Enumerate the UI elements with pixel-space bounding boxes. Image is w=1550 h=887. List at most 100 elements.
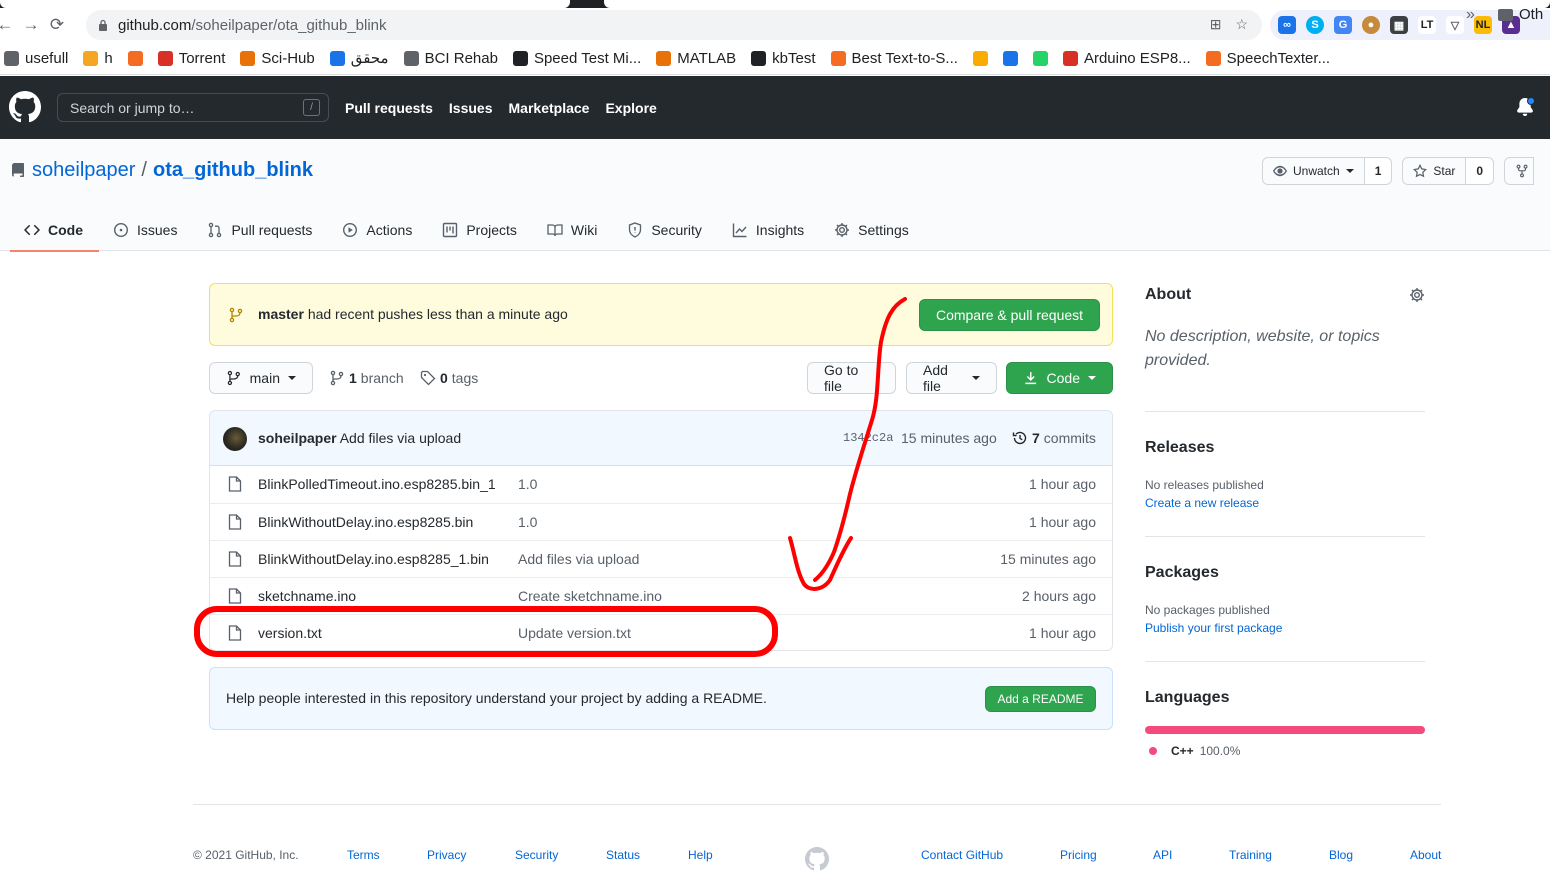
bookmark-item[interactable]: Speed Test Mi... xyxy=(512,50,641,67)
file-name-link[interactable]: BlinkWithoutDelay.ino.esp8285.bin xyxy=(258,514,473,530)
bookmark-item[interactable]: BCI Rehab xyxy=(403,50,498,67)
file-name-link[interactable]: BlinkPolledTimeout.ino.esp8285.bin_1 xyxy=(258,476,496,492)
bookmark-item[interactable]: محقق xyxy=(329,49,389,67)
notifications-bell-icon[interactable] xyxy=(1516,97,1535,116)
packages-heading[interactable]: Packages xyxy=(1145,564,1219,582)
tab-wiki[interactable]: Wiki xyxy=(533,209,613,251)
file-commit-message-link[interactable]: Update version.txt xyxy=(518,625,631,641)
file-name-link[interactable]: version.txt xyxy=(258,625,322,641)
nl-extension-icon[interactable]: NL xyxy=(1474,16,1492,34)
language-legend[interactable]: C++ 100.0% xyxy=(1149,744,1240,758)
reload-icon[interactable]: ⟳ xyxy=(44,12,70,38)
unwatch-button[interactable]: Unwatch xyxy=(1262,157,1365,185)
bookmark-item[interactable]: Sci-Hub xyxy=(240,50,315,67)
search-input[interactable] xyxy=(70,99,290,116)
github-mark-icon[interactable] xyxy=(805,847,829,871)
bookmark-item[interactable]: Arduino ESP8... xyxy=(1062,50,1191,67)
github-logo-icon[interactable] xyxy=(9,91,41,123)
eye-icon xyxy=(1273,165,1287,177)
bookmark-item[interactable]: MATLAB xyxy=(656,50,736,67)
tab-issues[interactable]: Issues xyxy=(99,209,193,251)
branch-select-button[interactable]: main xyxy=(209,362,313,394)
address-bar[interactable]: github.com/soheilpaper/ota_github_blink … xyxy=(86,10,1262,40)
tab-settings[interactable]: Settings xyxy=(820,209,925,251)
watch-count[interactable]: 1 xyxy=(1364,157,1393,185)
bookmark-item[interactable]: h xyxy=(83,50,113,67)
browser-tab-active[interactable] xyxy=(0,0,570,8)
footer-link-status[interactable]: Status xyxy=(606,848,640,862)
footer-link-about[interactable]: About xyxy=(1410,848,1441,862)
file-commit-message-link[interactable]: 1.0 xyxy=(518,476,537,492)
nav-pull-requests[interactable]: Pull requests xyxy=(345,100,433,116)
tab-actions[interactable]: Actions xyxy=(328,209,428,251)
repo-name-link[interactable]: ota_github_blink xyxy=(153,159,313,182)
clapper-extension-icon[interactable]: ▦ xyxy=(1390,16,1408,34)
bookmark-item[interactable]: Best Text-to-S... xyxy=(830,50,958,67)
avatar[interactable] xyxy=(223,427,247,451)
file-commit-message-link[interactable]: Create sketchname.ino xyxy=(518,588,662,604)
create-release-link[interactable]: Create a new release xyxy=(1145,496,1259,510)
nav-marketplace[interactable]: Marketplace xyxy=(509,100,590,116)
translate-extension-icon[interactable]: G xyxy=(1334,16,1352,34)
bookmark-item[interactable]: Torrent xyxy=(157,50,225,67)
star-count[interactable]: 0 xyxy=(1466,157,1495,185)
bookmark-item[interactable] xyxy=(972,50,988,66)
compare-pull-request-button[interactable]: Compare & pull request xyxy=(919,299,1100,331)
commit-sha[interactable]: 1342c2a xyxy=(843,431,893,445)
add-file-button[interactable]: Add file xyxy=(906,362,997,394)
tab-code[interactable]: Code xyxy=(10,209,99,252)
commits-link[interactable]: 7 commits xyxy=(1012,430,1096,446)
tags-link[interactable]: 0 tags xyxy=(420,370,478,386)
bookmark-item[interactable]: SpeechTexter... xyxy=(1205,50,1330,67)
link-extension-icon[interactable]: ∞ xyxy=(1278,16,1296,34)
footer-link-terms[interactable]: Terms xyxy=(347,848,380,862)
languagetool-extension-icon[interactable]: LT xyxy=(1418,16,1436,34)
releases-heading[interactable]: Releases xyxy=(1145,439,1214,457)
go-to-file-button[interactable]: Go to file xyxy=(807,362,896,394)
footer-link-blog[interactable]: Blog xyxy=(1329,848,1353,862)
bookmark-item[interactable]: kbTest xyxy=(751,50,816,67)
forward-icon[interactable]: → xyxy=(18,12,44,38)
footer-link-help[interactable]: Help xyxy=(688,848,713,862)
file-commit-message-link[interactable]: 1.0 xyxy=(518,514,537,530)
bookmark-item[interactable]: usefull xyxy=(4,50,68,67)
footer-link-privacy[interactable]: Privacy xyxy=(427,848,466,862)
fork-button[interactable] xyxy=(1504,157,1535,185)
bookmarks-overflow-icon[interactable]: » xyxy=(1466,6,1475,24)
url-host: github.com xyxy=(118,16,192,34)
back-icon[interactable]: ← xyxy=(0,12,18,38)
repo-owner-link[interactable]: soheilpaper xyxy=(32,159,135,182)
cookie-extension-icon[interactable]: ● xyxy=(1362,16,1380,34)
tab-projects[interactable]: Projects xyxy=(428,209,533,251)
commit-message[interactable]: Add files via upload xyxy=(340,430,461,446)
nav-explore[interactable]: Explore xyxy=(605,100,656,116)
nav-issues[interactable]: Issues xyxy=(449,100,493,116)
branches-link[interactable]: 1 branch xyxy=(329,370,404,386)
footer-link-training[interactable]: Training xyxy=(1229,848,1272,862)
shield-extension-icon[interactable]: ▽ xyxy=(1446,16,1464,34)
tab-pull-requests[interactable]: Pull requests xyxy=(193,209,328,251)
add-readme-button[interactable]: Add a README xyxy=(985,686,1096,712)
bookmark-star-icon[interactable]: ☆ xyxy=(1235,16,1248,33)
tab-security[interactable]: Security xyxy=(613,209,718,251)
file-name-link[interactable]: sketchname.ino xyxy=(258,588,356,604)
file-name-link[interactable]: BlinkWithoutDelay.ino.esp8285_1.bin xyxy=(258,551,489,567)
commit-author[interactable]: soheilpaper xyxy=(258,430,337,446)
browser-tab[interactable] xyxy=(604,0,1550,8)
skype-extension-icon[interactable]: S xyxy=(1306,16,1324,34)
tab-insights[interactable]: Insights xyxy=(718,209,820,251)
footer-link-pricing[interactable]: Pricing xyxy=(1060,848,1097,862)
footer-link-api[interactable]: API xyxy=(1153,848,1172,862)
gear-icon[interactable] xyxy=(1409,287,1425,303)
code-download-button[interactable]: Code xyxy=(1006,362,1113,394)
publish-package-link[interactable]: Publish your first package xyxy=(1145,621,1282,635)
star-button[interactable]: Star xyxy=(1402,157,1467,185)
footer-link-contact[interactable]: Contact GitHub xyxy=(921,848,1003,862)
bookmark-item[interactable] xyxy=(127,50,143,66)
file-commit-message-link[interactable]: Add files via upload xyxy=(518,551,639,567)
other-bookmarks[interactable]: Oth xyxy=(1498,6,1543,23)
footer-link-security[interactable]: Security xyxy=(515,848,558,862)
bookmark-item[interactable] xyxy=(1032,50,1048,66)
translate-icon[interactable]: ⊞ xyxy=(1210,16,1222,33)
bookmark-item[interactable] xyxy=(1002,50,1018,66)
